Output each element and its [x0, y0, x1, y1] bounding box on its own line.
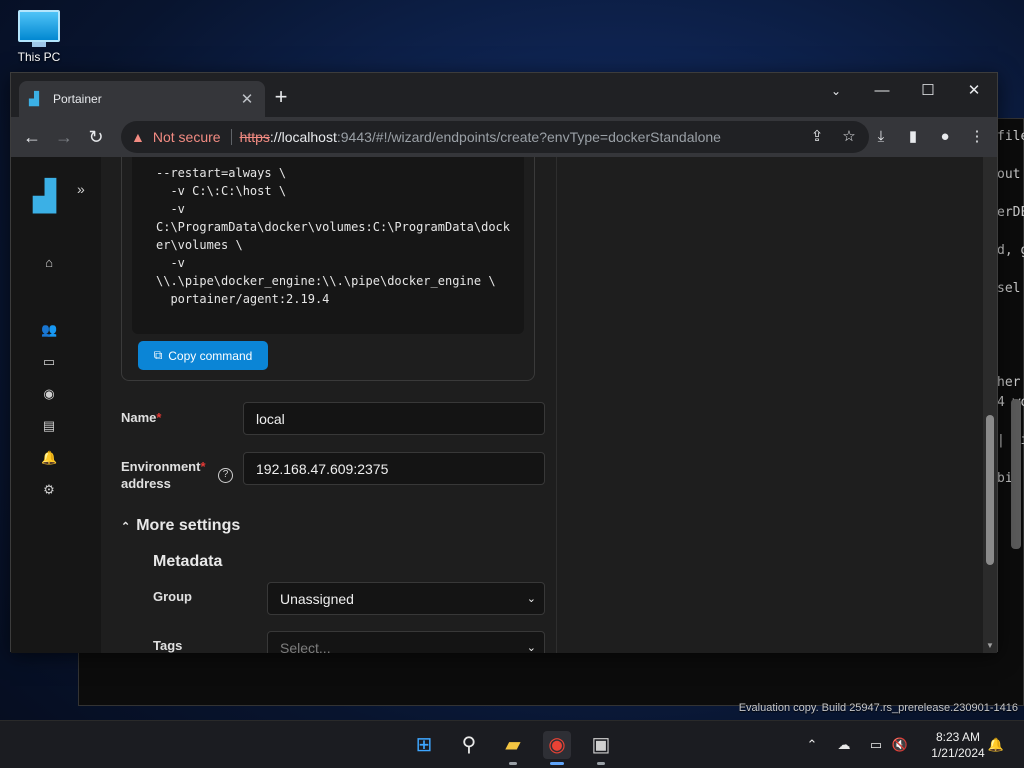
environment-address-label: Environment* address [121, 459, 206, 491]
edge-compute-icon[interactable]: ◉ [41, 386, 57, 402]
terminal-line: out [997, 167, 1021, 182]
page-content: ▟ » ⌂ 👥 ▭ ◉ ▤ 🔔 ⚙ --restart=always \ -v … [11, 157, 985, 653]
chevron-up-icon: ⌃ [121, 521, 131, 533]
desktop-icon-label: This PC [17, 50, 61, 64]
group-label: Group [153, 589, 192, 604]
close-tab-icon[interactable]: ✕ [239, 90, 255, 108]
onedrive-cloud-icon[interactable]: ☁ [834, 735, 854, 755]
scroll-down-arrow-icon[interactable]: ▼ [983, 639, 997, 653]
terminal-line: file [997, 129, 1024, 144]
chevron-down-icon: ⌄ [526, 593, 536, 605]
tab-title: Portainer [53, 92, 102, 106]
home-icon[interactable]: ⌂ [41, 255, 57, 271]
not-secure-label[interactable]: Not secure [153, 129, 221, 145]
terminal-icon[interactable]: ▣ [587, 731, 615, 765]
name-label: Name* [121, 410, 162, 425]
notification-bell-icon[interactable]: 🔔 [986, 735, 1006, 755]
menu-kebab-icon[interactable]: ⋮ [965, 125, 989, 149]
notifications-bell-icon[interactable]: 🔔 [41, 450, 57, 466]
tab-portainer[interactable]: ▟ Portainer ✕ [19, 81, 265, 117]
url-scheme: https [239, 129, 270, 145]
close-window-icon[interactable]: ✕ [951, 77, 997, 105]
copy-command-button[interactable]: ⧉ Copy command [138, 341, 268, 370]
downloads-icon[interactable]: ⤓ [869, 125, 893, 149]
warning-triangle-icon: ▲ [131, 129, 145, 145]
this-pc-desktop-icon[interactable]: This PC [14, 10, 64, 64]
terminal-scrollbar[interactable] [1011, 399, 1021, 549]
url-path: :9443/#!/wizard/endpoints/create?envType… [336, 129, 721, 145]
tags-label: Tags [153, 638, 183, 653]
chevron-down-icon: ⌄ [526, 642, 536, 653]
address-bar[interactable]: ▲ Not secure https ://localhost :9443/#!… [121, 121, 869, 153]
evaluation-watermark: Evaluation copy. Build 25947.rs_prerelea… [738, 702, 1018, 714]
terminal-line: d, g [997, 243, 1024, 258]
monitor-icon [18, 10, 60, 42]
users-icon[interactable]: 👥 [41, 322, 57, 338]
scrollbar-thumb[interactable] [986, 415, 994, 565]
page-scrollbar[interactable]: ▼ [983, 157, 997, 653]
expand-sidebar-icon[interactable]: » [77, 181, 85, 197]
search-icon[interactable]: ⚲ [455, 731, 483, 759]
command-panel: --restart=always \ -v C:\:C:\host \ -v C… [121, 157, 535, 381]
tags-select[interactable]: Select... ⌄ [267, 631, 545, 653]
chrome-icon[interactable]: ◉ [543, 731, 571, 765]
profile-avatar-icon[interactable]: ● [933, 125, 957, 149]
network-icon[interactable]: ▭ [866, 735, 886, 755]
new-tab-button[interactable]: + [269, 86, 293, 108]
browser-window[interactable]: ▟ Portainer ✕ + ⌄ — ☐ ✕ ← → ↻ ▲ Not secu… [10, 72, 998, 653]
tray-chevron-up-icon[interactable]: ⌃ [802, 735, 822, 755]
wizard-form: --restart=always \ -v C:\:C:\host \ -v C… [101, 157, 557, 653]
metadata-heading: Metadata [153, 553, 223, 570]
share-icon[interactable]: ⇪ [805, 121, 829, 153]
side-panel-icon[interactable]: ▮ [901, 125, 925, 149]
reload-icon[interactable]: ↻ [83, 125, 109, 149]
minimize-icon[interactable]: — [859, 77, 905, 105]
bookmark-star-icon[interactable]: ☆ [837, 121, 861, 153]
group-select[interactable]: Unassigned ⌄ [267, 582, 545, 615]
terminal-line: her [997, 375, 1021, 390]
environments-icon[interactable]: ▭ [41, 354, 57, 370]
windows-start-icon[interactable]: ⊞ [410, 731, 438, 759]
name-input[interactable]: local [243, 402, 545, 435]
terminal-line: erDE [997, 205, 1024, 220]
logs-icon[interactable]: ▤ [41, 418, 57, 434]
copy-command-label: Copy command [168, 348, 253, 363]
browser-toolbar: ← → ↻ ▲ Not secure https ://localhost :9… [11, 117, 997, 157]
help-question-icon[interactable]: ? [218, 468, 233, 483]
portainer-favicon-icon: ▟ [29, 91, 39, 106]
settings-gear-icon[interactable]: ⚙ [41, 482, 57, 498]
file-explorer-icon[interactable]: ▰ [499, 731, 527, 765]
portainer-logo-icon[interactable]: ▟ [33, 177, 63, 217]
tab-search-chevron-icon[interactable]: ⌄ [813, 77, 859, 105]
forward-arrow-icon[interactable]: → [51, 125, 77, 149]
tab-bar: ▟ Portainer ✕ + ⌄ — ☐ ✕ [11, 73, 997, 117]
environment-address-input[interactable]: 192.168.47.609:2375 [243, 452, 545, 485]
portainer-sidebar: ▟ » ⌂ 👥 ▭ ◉ ▤ 🔔 ⚙ [11, 157, 101, 653]
maximize-icon[interactable]: ☐ [905, 77, 951, 105]
copy-icon: ⧉ [153, 348, 163, 362]
more-settings-toggle[interactable]: ⌃ More settings [121, 517, 240, 535]
url-host: ://localhost [269, 129, 337, 145]
back-arrow-icon[interactable]: ← [19, 125, 45, 149]
terminal-line: sel [997, 281, 1021, 296]
docker-command-code: --restart=always \ -v C:\:C:\host \ -v C… [132, 157, 524, 334]
taskbar: ⊞ ⚲ ▰ ◉ ▣ ⌃ ☁ ▭ 🔇 8:23 AM 1/21/2024 🔔 [0, 720, 1024, 768]
volume-muted-icon[interactable]: 🔇 [890, 735, 910, 755]
